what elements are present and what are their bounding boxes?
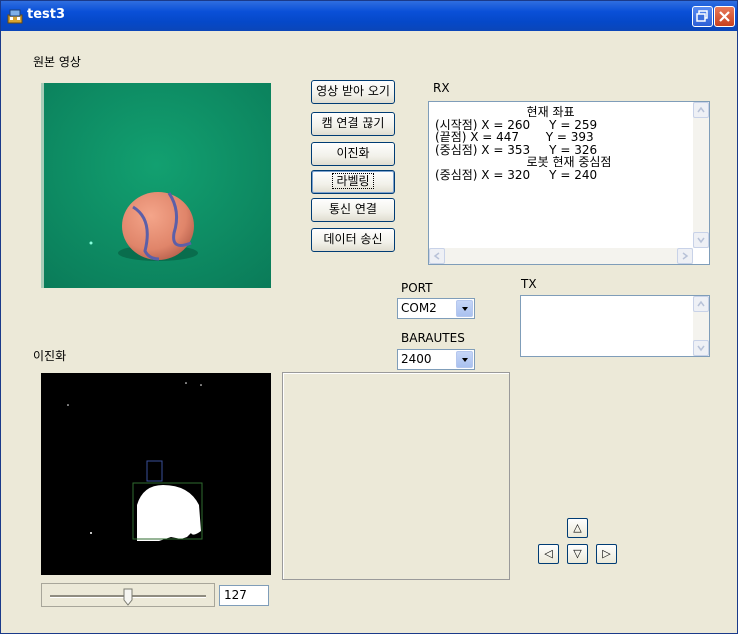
move-left-button[interactable]: ◁	[538, 544, 559, 564]
tx-vertical-scrollbar[interactable]	[693, 296, 709, 356]
restore-icon	[696, 10, 708, 22]
move-down-button[interactable]: ▽	[567, 544, 588, 564]
labeling-button-label: 라벨링	[332, 173, 374, 189]
up-arrow-icon: △	[573, 521, 582, 534]
scroll-left-icon	[433, 252, 440, 260]
slider-thumb[interactable]	[123, 588, 133, 606]
cam-disconnect-button-label: 캠 연결 끊기	[321, 116, 385, 130]
rx-scroll-down-button[interactable]	[693, 232, 709, 248]
chevron-down-icon[interactable]	[456, 351, 473, 368]
cam-disconnect-button[interactable]: 캠 연결 끊기	[311, 112, 395, 136]
rx-scroll-right-button[interactable]	[677, 248, 693, 264]
scroll-up-icon	[697, 106, 705, 113]
rx-scroll-up-button[interactable]	[693, 102, 709, 118]
port-combobox[interactable]: COM2	[397, 298, 475, 319]
threshold-value-field[interactable]: 127	[219, 585, 269, 606]
scroll-down-icon	[697, 237, 705, 244]
app-icon	[7, 9, 23, 24]
rx-horizontal-scrollbar[interactable]	[429, 248, 693, 264]
receive-video-button[interactable]: 영상 받아 오기	[311, 80, 395, 104]
tx-scroll-down-button[interactable]	[693, 340, 709, 356]
window-frame: test3 원본 영상 영상 받아 오기 캠 연결 끊기 이진화 라벨링 통신 …	[0, 0, 738, 634]
binary-image-view	[41, 373, 271, 575]
data-send-button-label: 데이터 송신	[323, 232, 383, 246]
display-panel	[282, 372, 510, 580]
close-button[interactable]	[714, 6, 735, 27]
binary-image	[41, 373, 271, 575]
binarize-button-label: 이진화	[336, 146, 370, 160]
rx-text: 현재 좌표 (시작점) X = 260 Y = 259 (끝점) X = 447…	[435, 105, 612, 182]
binary-label: 이진화	[33, 349, 67, 363]
labeling-button[interactable]: 라벨링	[311, 170, 395, 194]
down-arrow-icon: ▽	[573, 547, 582, 560]
restore-button[interactable]	[692, 6, 713, 27]
comm-connect-button-label: 통신 연결	[329, 202, 377, 216]
dialog-client-area: 원본 영상 영상 받아 오기 캠 연결 끊기 이진화 라벨링 통신 연결 데이터…	[5, 31, 733, 631]
tx-label: TX	[521, 277, 537, 291]
close-icon	[719, 11, 730, 22]
baud-label: BARAUTES	[401, 331, 465, 345]
baud-combobox[interactable]: 2400	[397, 349, 475, 370]
rx-label: RX	[433, 81, 450, 95]
original-video-view	[41, 83, 271, 288]
port-label: PORT	[401, 281, 433, 295]
window-title: test3	[27, 7, 66, 22]
rx-textbox[interactable]: 현재 좌표 (시작점) X = 260 Y = 259 (끝점) X = 447…	[428, 101, 710, 265]
move-right-button[interactable]: ▷	[596, 544, 617, 564]
move-up-button[interactable]: △	[567, 518, 588, 538]
left-arrow-icon: ◁	[544, 547, 553, 560]
original-video-label: 원본 영상	[33, 55, 81, 69]
tx-textbox[interactable]	[520, 295, 710, 357]
port-selected-value: COM2	[401, 301, 437, 315]
title-bar[interactable]: test3	[1, 1, 737, 31]
scroll-down-icon	[697, 345, 705, 352]
rx-vertical-scrollbar[interactable]	[693, 102, 709, 248]
scroll-right-icon	[682, 252, 689, 260]
scroll-up-icon	[697, 300, 705, 307]
right-arrow-icon: ▷	[602, 547, 611, 560]
threshold-slider[interactable]	[41, 583, 215, 607]
camera-frame-image	[41, 83, 271, 288]
threshold-value: 127	[224, 588, 247, 602]
chevron-down-icon[interactable]	[456, 300, 473, 317]
data-send-button[interactable]: 데이터 송신	[311, 228, 395, 252]
rx-scroll-left-button[interactable]	[429, 248, 445, 264]
binarize-button[interactable]: 이진화	[311, 142, 395, 166]
baud-selected-value: 2400	[401, 352, 432, 366]
comm-connect-button[interactable]: 통신 연결	[311, 198, 395, 222]
receive-video-button-label: 영상 받아 오기	[316, 84, 390, 98]
tx-scroll-up-button[interactable]	[693, 296, 709, 312]
